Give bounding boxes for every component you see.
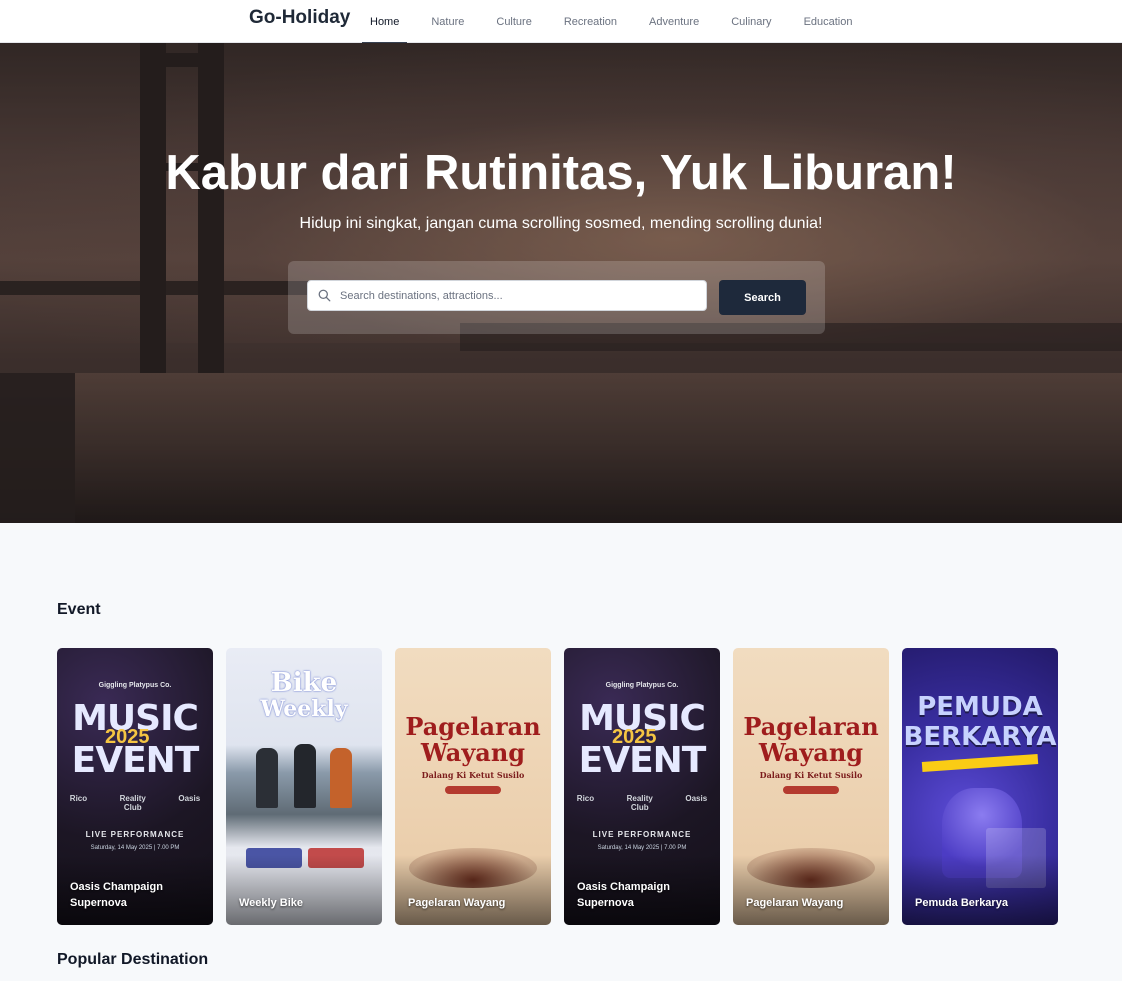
event-card-title: Oasis Champaign Supernova: [577, 881, 670, 909]
search-panel: Search: [288, 261, 825, 334]
poster-banner: [921, 753, 1039, 773]
event-card[interactable]: PEMUDA BERKARYA Pemuda Berkarya: [902, 648, 1058, 925]
event-card-title: Oasis Champaign Supernova: [70, 881, 163, 909]
nav-recreation[interactable]: Recreation: [556, 0, 625, 43]
nav-home[interactable]: Home: [362, 0, 408, 44]
nav-nature[interactable]: Nature: [423, 0, 472, 43]
poster-headline-2: Wayang: [420, 738, 526, 767]
search-icon: [318, 289, 331, 302]
nav-adventure[interactable]: Adventure: [641, 0, 707, 43]
poster-headline: Bike: [270, 668, 338, 698]
event-card[interactable]: Bike Weekly Weekly Bike: [226, 648, 382, 925]
event-card[interactable]: Pagelaran Wayang Dalang Ki Ketut Susilo …: [395, 648, 551, 925]
poster-date: Saturday, 14 May 2025 | 7.00 PM: [597, 845, 687, 851]
event-card-title: Pagelaran Wayang: [408, 897, 506, 909]
poster-date: Saturday, 14 May 2025 | 7.00 PM: [90, 845, 180, 851]
top-navbar: Go-Holiday Home Nature Culture Recreatio…: [0, 0, 1122, 44]
event-section-title: Event: [57, 601, 101, 618]
search-box[interactable]: [307, 280, 707, 311]
poster-headline-2: Weekly: [260, 696, 348, 722]
poster-tag: LIVE PERFORMANCE: [592, 830, 692, 839]
poster-act: Rico: [69, 794, 88, 803]
poster-ribbon: [445, 786, 501, 794]
poster-headline-2: EVENT: [578, 740, 707, 781]
nav-culture[interactable]: Culture: [488, 0, 539, 43]
card-gradient: [733, 855, 889, 925]
card-gradient: [226, 855, 382, 925]
card-gradient: [395, 855, 551, 925]
search-input[interactable]: [340, 281, 700, 310]
poster-act: Oasis: [178, 794, 201, 803]
poster-tag: LIVE PERFORMANCE: [85, 830, 185, 839]
poster-headline: Pagelaran: [405, 712, 541, 741]
poster-ribbon: [783, 786, 839, 794]
poster-act: Reality Club: [119, 794, 146, 812]
cyclist-figure: [294, 744, 316, 808]
poster-headline-2: Wayang: [758, 738, 864, 767]
event-card-title: Pagelaran Wayang: [746, 897, 844, 909]
cyclist-figure: [330, 748, 352, 808]
poster-act: Reality Club: [626, 794, 653, 812]
poster-headline: Pagelaran: [743, 712, 879, 741]
card-gradient: [902, 855, 1058, 925]
popular-section-title: Popular Destination: [57, 951, 209, 968]
hero-title: Kabur dari Rutinitas, Yuk Liburan!: [165, 146, 957, 200]
hero-section: Kabur dari Rutinitas, Yuk Liburan! Hidup…: [0, 43, 1122, 523]
main-nav: Home Nature Culture Recreation Adventure…: [362, 0, 877, 44]
event-carousel: Giggling Platypus Co. MUSIC 2025 EVENT R…: [57, 648, 1058, 925]
search-button[interactable]: Search: [719, 280, 806, 315]
poster-brand: Giggling Platypus Co.: [98, 682, 172, 689]
poster-act: Oasis: [685, 794, 708, 803]
poster-subtitle: Dalang Ki Ketut Susilo: [421, 770, 525, 780]
event-card-title: Pemuda Berkarya: [915, 897, 1008, 909]
event-card[interactable]: Giggling Platypus Co. MUSIC 2025 EVENT R…: [564, 648, 720, 925]
event-card-title: Weekly Bike: [239, 897, 304, 909]
poster-headline: PEMUDA: [917, 692, 1043, 722]
cyclist-figure: [256, 748, 278, 808]
brand-logo[interactable]: Go-Holiday: [249, 7, 350, 29]
poster-headline-2: EVENT: [71, 740, 200, 781]
hero-subtitle: Hidup ini singkat, jangan cuma scrolling…: [299, 215, 823, 232]
event-card[interactable]: Pagelaran Wayang Dalang Ki Ketut Susilo …: [733, 648, 889, 925]
event-card[interactable]: Giggling Platypus Co. MUSIC 2025 EVENT R…: [57, 648, 213, 925]
poster-act: Rico: [576, 794, 595, 803]
nav-education[interactable]: Education: [796, 0, 861, 43]
poster-subtitle: Dalang Ki Ketut Susilo: [759, 770, 863, 780]
poster-brand: Giggling Platypus Co.: [605, 682, 679, 689]
nav-culinary[interactable]: Culinary: [723, 0, 779, 43]
poster-headline-2: BERKARYA: [903, 722, 1057, 752]
